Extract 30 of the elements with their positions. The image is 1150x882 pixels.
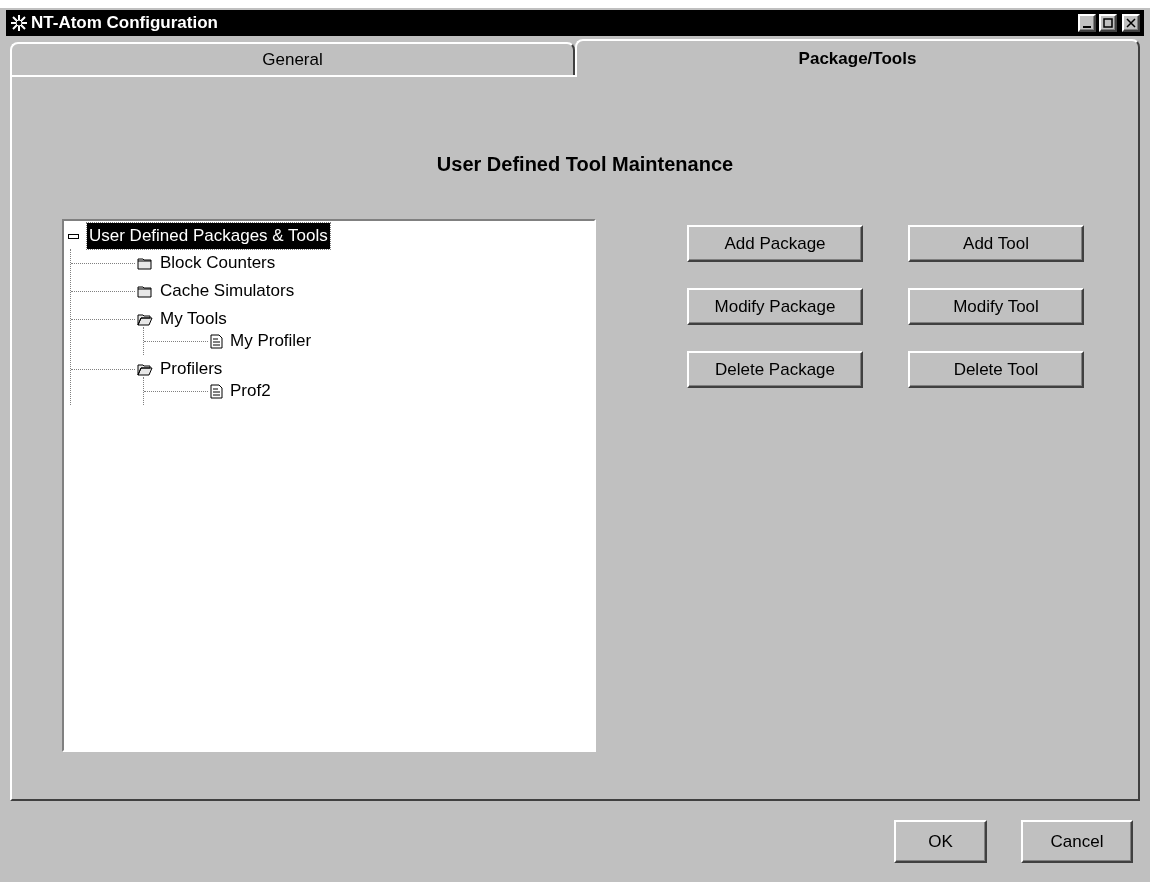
minimize-button[interactable] (1078, 14, 1096, 32)
tree-item[interactable]: My Profiler (228, 328, 314, 354)
section-heading: User Defined Tool Maintenance (435, 152, 735, 177)
tree-view[interactable]: User Defined Packages & Tools Block Counters Cache Simulators My Tools My Profiler Profilers Prof2 (62, 219, 596, 752)
close-icon (1126, 18, 1136, 28)
maximize-button[interactable] (1099, 14, 1117, 32)
dialog-button[interactable]: OK (894, 820, 987, 863)
package-button[interactable]: Modify Package (687, 288, 863, 325)
tool-button[interactable]: Add Tool (908, 225, 1084, 262)
maximize-icon (1103, 18, 1113, 28)
tree-item[interactable]: Profilers (158, 356, 225, 382)
tool-button[interactable]: Modify Tool (908, 288, 1084, 325)
collapse-button[interactable] (68, 231, 79, 241)
tree-item[interactable]: Cache Simulators (158, 278, 297, 304)
tool-button[interactable]: Delete Tool (908, 351, 1084, 388)
package-button[interactable]: Add Package (687, 225, 863, 262)
document-icon (210, 383, 223, 399)
close-button[interactable] (1122, 14, 1140, 32)
window-title: NT-Atom Configuration (31, 12, 219, 35)
package-button[interactable]: Delete Package (687, 351, 863, 388)
tab[interactable]: Package/Tools (575, 39, 1140, 77)
tree-item[interactable]: My Tools (158, 306, 229, 332)
minimize-icon (1083, 26, 1091, 28)
tree-item[interactable]: Block Counters (158, 250, 278, 276)
tab[interactable]: General (10, 42, 575, 75)
document-icon (210, 333, 223, 349)
starburst-icon (10, 14, 28, 32)
dialog-button[interactable]: Cancel (1021, 820, 1133, 863)
tree-item[interactable]: User Defined Packages & Tools (87, 223, 330, 249)
tree-item[interactable]: Prof2 (228, 378, 273, 404)
